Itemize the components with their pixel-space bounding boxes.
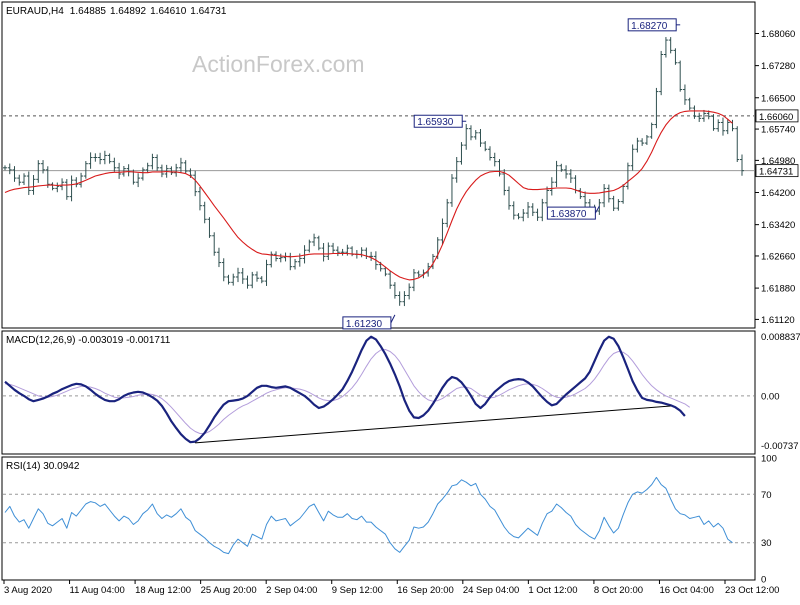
chart-svg: ActionForex.com EURAUD,H4 1.64885 1.64892 1… — [0, 0, 800, 600]
time-tick-label: 23 Oct 12:00 — [725, 585, 779, 596]
time-tick-label: 16 Sep 20:00 — [397, 585, 454, 596]
callout-label: 1.65930 — [417, 117, 454, 128]
macd-tick-label: -0.00737 — [761, 441, 799, 452]
time-tick-label: 8 Oct 20:00 — [594, 585, 643, 596]
callout-label: 1.63870 — [550, 209, 587, 220]
price-tick-label: 1.61120 — [761, 315, 795, 326]
callout-label: 1.68270 — [631, 21, 668, 32]
current-price-tag-label: 1.64731 — [759, 167, 793, 178]
time-tick-label: 1 Oct 12:00 — [528, 585, 577, 596]
time-tick-label: 24 Sep 04:00 — [463, 585, 520, 596]
macd-title: MACD(12,26,9) -0.003019 -0.001711 — [6, 335, 171, 346]
price-tick-label: 1.64200 — [761, 188, 795, 199]
price-tick-label: 1.62660 — [761, 251, 795, 262]
macd-tick-label: 0.00 — [761, 391, 780, 402]
rsi-tick-label: 30 — [761, 538, 772, 549]
time-tick-label: 11 Aug 04:00 — [70, 585, 125, 596]
price-tick-label: 1.67280 — [761, 61, 795, 72]
symbol-label: EURAUD,H4 — [6, 6, 64, 17]
ohlc-high: 1.64892 — [110, 6, 147, 17]
chart-container: ActionForex.com EURAUD,H4 1.64885 1.64892 1… — [0, 0, 800, 600]
resistance-tag-label: 1.66060 — [759, 112, 793, 123]
watermark: ActionForex.com — [192, 51, 365, 77]
ohlc-close: 1.64731 — [190, 6, 227, 17]
time-tick-label: 18 Aug 12:00 — [135, 585, 191, 596]
price-tick-label: 1.68060 — [761, 29, 795, 40]
callout-label: 1.61230 — [346, 319, 383, 330]
price-tick-label: 1.66500 — [761, 93, 795, 104]
ohlc-low: 1.64610 — [150, 6, 187, 17]
price-panel-header: EURAUD,H4 1.64885 1.64892 1.64610 1.64731 — [6, 6, 227, 17]
price-tick-label: 1.63420 — [761, 220, 795, 231]
time-tick-label: 16 Oct 04:00 — [659, 585, 713, 596]
rsi-tick-label: 70 — [761, 490, 772, 501]
rsi-title: RSI(14) 30.0942 — [6, 461, 80, 472]
time-tick-label: 2 Sep 04:00 — [266, 585, 317, 596]
time-tick-label: 25 Aug 20:00 — [201, 585, 257, 596]
rsi-tick-label: 0 — [761, 575, 766, 586]
price-tick-label: 1.65740 — [761, 125, 795, 136]
time-tick-label: 9 Sep 12:00 — [332, 585, 383, 596]
time-tick-label: 3 Aug 2020 — [4, 585, 52, 596]
ohlc-open: 1.64885 — [70, 6, 107, 17]
macd-tick-label: 0.008837 — [761, 332, 800, 343]
rsi-tick-label: 100 — [761, 454, 777, 465]
price-tick-label: 1.61880 — [761, 284, 795, 295]
